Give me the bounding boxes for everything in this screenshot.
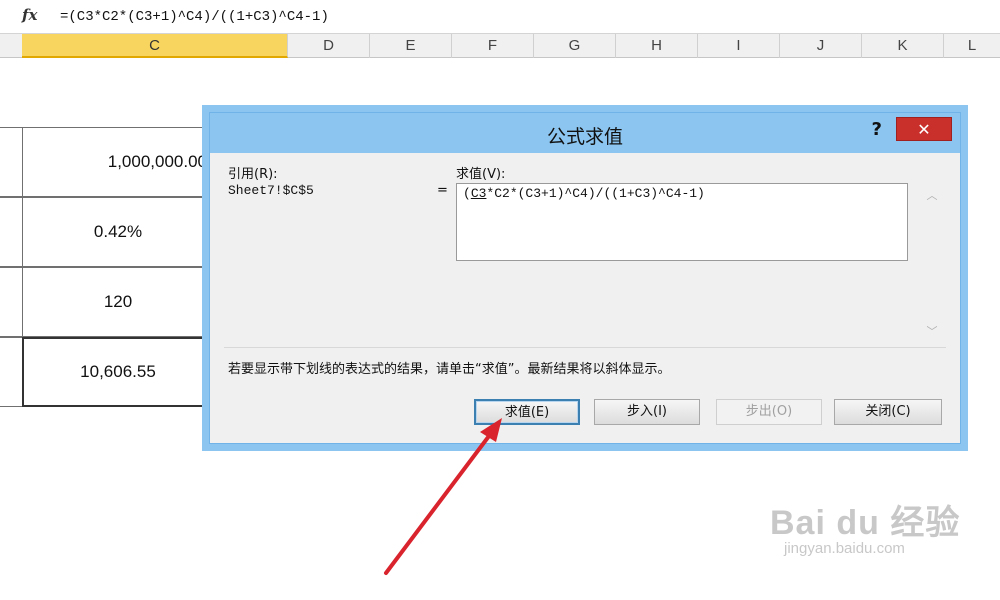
watermark-logo: Bai du 经验 jingyan.baidu.com <box>770 495 960 557</box>
watermark-main: Bai du 经验 <box>770 504 961 542</box>
